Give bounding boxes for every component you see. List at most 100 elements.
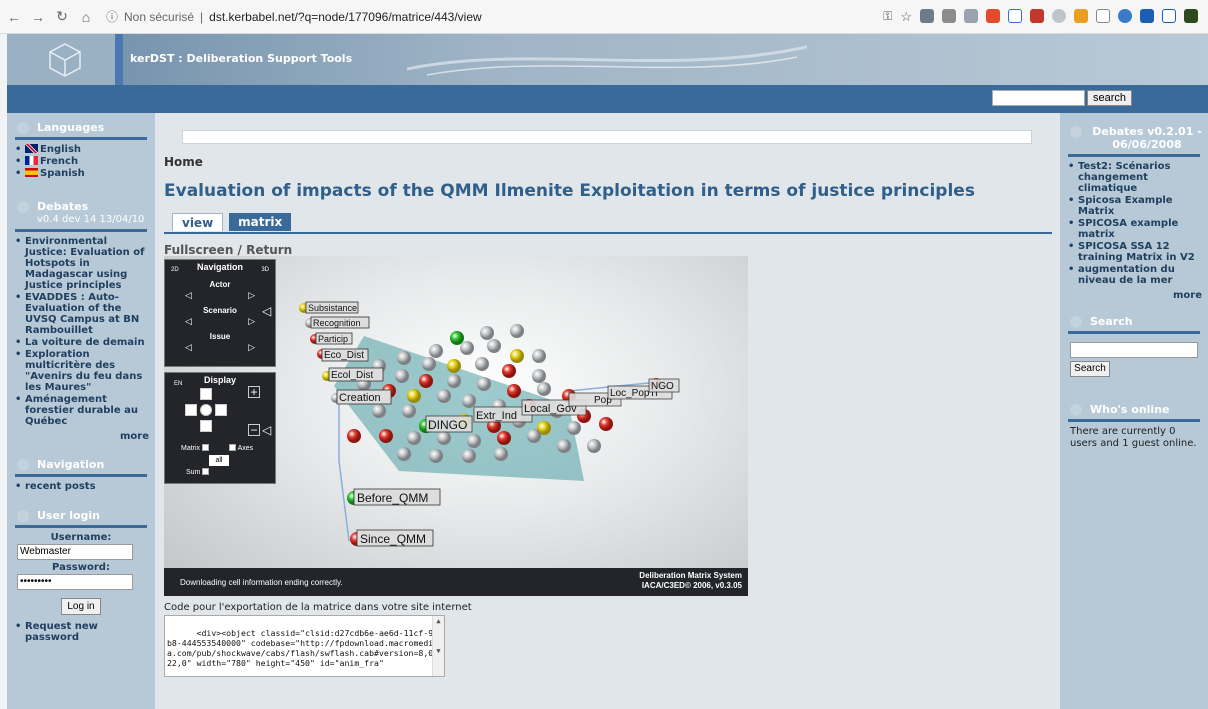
content-bar — [182, 130, 1032, 144]
cube-logo-icon — [49, 42, 81, 77]
search-button[interactable]: search — [1087, 90, 1133, 106]
zoom-in-icon[interactable]: + — [248, 386, 260, 398]
actor-label[interactable]: NGO — [651, 381, 674, 392]
debate-link[interactable]: EVADDES : Auto-Evaluation of the UVSQ Ca… — [15, 292, 149, 336]
forward-icon[interactable]: → — [28, 9, 48, 25]
debate-link[interactable]: Exploration multicritère des "Avenirs du… — [15, 349, 149, 393]
tab-view[interactable]: view — [172, 213, 224, 231]
username-label: Username: — [50, 532, 112, 543]
right-more-link[interactable]: more — [1060, 290, 1208, 301]
matrix-toggle[interactable]: Matrix — [181, 444, 210, 452]
actor-prev-icon[interactable]: ◁ — [185, 290, 192, 301]
nav-panel-title: Navigation — [196, 262, 243, 272]
login-links: Request new password — [7, 621, 155, 643]
extension-icon[interactable] — [1184, 8, 1198, 23]
reload-icon[interactable]: ↻ — [52, 8, 72, 25]
issue-label[interactable]: Recognition — [313, 318, 361, 328]
scenario-label[interactable]: Since_QMM — [360, 532, 426, 546]
issue-label[interactable]: Particip — [318, 334, 348, 344]
extension-icon[interactable] — [1008, 8, 1022, 23]
language-spanish[interactable]: Spanish — [15, 168, 149, 179]
matrix-checkbox[interactable] — [202, 444, 210, 451]
actor-label[interactable]: DINGO — [428, 418, 467, 432]
export-code-textarea[interactable]: <div><object classid="clsid:d27cdb6e-ae6… — [164, 615, 445, 677]
password-field[interactable]: ••••••••• — [17, 574, 133, 590]
scenario-prev-icon[interactable]: ◁ — [185, 316, 192, 327]
tab-matrix[interactable]: matrix — [229, 213, 292, 231]
scenario-next-icon[interactable]: ▷ — [248, 316, 255, 327]
debate-link[interactable]: augmentation du niveau de la mer — [1068, 264, 1202, 286]
extension-icon[interactable] — [1030, 8, 1044, 23]
debate-link[interactable]: Aménagement forestier durable au Québec — [15, 394, 149, 427]
star-icon[interactable]: ☆ — [900, 9, 912, 25]
actor-label[interactable]: Extr_Ind — [476, 410, 517, 422]
user-login-title: User login — [7, 509, 155, 522]
extension-icon[interactable] — [1140, 8, 1154, 23]
issue-label[interactable]: Creation — [339, 392, 381, 404]
language-english[interactable]: English — [15, 144, 149, 155]
sidebar-search-input[interactable] — [1070, 342, 1198, 358]
axes-toggle[interactable]: Axes — [229, 444, 253, 452]
extension-icon[interactable] — [920, 8, 934, 23]
key-icon[interactable]: ⚿ — [883, 9, 892, 25]
zoom-out-icon[interactable]: − — [248, 424, 260, 436]
username-field[interactable]: Webmaster — [17, 544, 133, 560]
recent-posts-link[interactable]: recent posts — [15, 481, 149, 492]
debate-link[interactable]: Environmental Justice: Evaluation of Hot… — [15, 236, 149, 291]
extension-icon[interactable] — [964, 8, 978, 23]
matrix-viewer[interactable]: Subsistance Recognition Particip Eco_Dis… — [164, 256, 748, 596]
login-button[interactable]: Log in — [61, 598, 101, 615]
issue-label[interactable]: Subsistance — [308, 303, 357, 313]
page: kerDST : Deliberation Support Tools sear… — [7, 34, 1208, 709]
home-icon[interactable]: ⌂ — [76, 9, 96, 25]
debate-link[interactable]: SPICOSA example matrix — [1068, 218, 1202, 240]
nav-2d-toggle[interactable]: 2D — [171, 267, 179, 273]
uk-flag-icon — [25, 144, 38, 153]
request-password-link[interactable]: Request new password — [15, 621, 149, 643]
debate-link[interactable]: La voiture de demain — [15, 337, 149, 348]
extension-icon[interactable] — [942, 8, 956, 23]
axes-checkbox[interactable] — [229, 444, 236, 451]
pan-down-button[interactable] — [200, 420, 212, 432]
address-bar[interactable]: ⓘ Non sécurisé | dst.kerbabel.net/?q=nod… — [106, 5, 883, 29]
pan-left-button[interactable] — [185, 404, 197, 416]
more-link[interactable]: more — [7, 431, 155, 442]
sum-toggle[interactable]: Sum — [186, 468, 210, 476]
center-button[interactable] — [200, 404, 212, 416]
language-french[interactable]: French — [15, 156, 149, 167]
issue-label[interactable]: Eco_Dist — [324, 350, 364, 361]
breadcrumb-home[interactable]: Home — [164, 155, 203, 169]
fullscreen-link[interactable]: Fullscreen / Return — [164, 243, 292, 257]
scenario-label[interactable]: Before_QMM — [357, 491, 428, 505]
issue-next-icon[interactable]: ▷ — [248, 342, 255, 353]
back-icon[interactable]: ← — [4, 9, 24, 25]
nav-3d-toggle[interactable]: 3D — [261, 267, 269, 273]
extension-icon[interactable] — [1162, 8, 1176, 23]
collapse-nav-icon[interactable]: ◁ — [262, 304, 271, 318]
site-logo[interactable] — [7, 34, 123, 85]
pan-up-button[interactable] — [200, 388, 212, 400]
textarea-scrollbar[interactable]: ▲ ▼ — [432, 616, 444, 676]
info-icon[interactable]: ⓘ — [106, 8, 118, 25]
issue-prev-icon[interactable]: ◁ — [185, 342, 192, 353]
collapse-display-icon[interactable]: ◁ — [262, 423, 271, 437]
site-name[interactable]: kerDST : Deliberation Support Tools — [130, 52, 352, 65]
navigation-title: Navigation — [7, 458, 155, 471]
sidebar-search-button[interactable]: Search — [1070, 361, 1110, 377]
pan-right-button[interactable] — [215, 404, 227, 416]
issue-label[interactable]: Ecol_Dist — [331, 370, 373, 381]
actor-next-icon[interactable]: ▷ — [248, 290, 255, 301]
extension-icon[interactable] — [1118, 8, 1132, 23]
extension-icon[interactable] — [986, 8, 1000, 23]
sum-checkbox[interactable] — [202, 468, 210, 475]
nav-scenario-label: Scenario — [203, 306, 237, 315]
language-toggle[interactable]: EN — [174, 381, 182, 387]
extension-icon[interactable] — [1074, 8, 1088, 23]
debate-link[interactable]: Spicosa Example Matrix — [1068, 195, 1202, 217]
debate-link[interactable]: Test2: Scénarios changement climatique — [1068, 161, 1202, 194]
extension-icon[interactable] — [1052, 8, 1066, 23]
search-input[interactable] — [992, 90, 1085, 106]
extension-icon[interactable] — [1096, 8, 1110, 23]
debate-link[interactable]: SPICOSA SSA 12 training Matrix in V2 — [1068, 241, 1202, 263]
all-button[interactable]: all — [209, 455, 229, 466]
